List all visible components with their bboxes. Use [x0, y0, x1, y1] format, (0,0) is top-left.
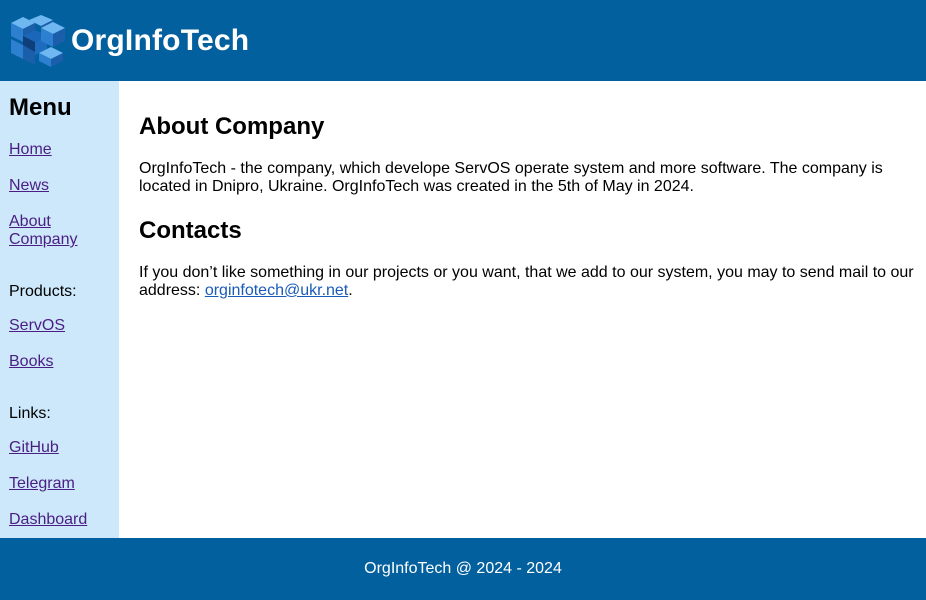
contact-email-link[interactable]: orginfotech@ukr.net — [205, 282, 348, 299]
contacts-text: If you don’t like something in our proje… — [139, 264, 924, 300]
sidebar-item-news[interactable]: News — [9, 177, 119, 195]
sidebar-item-servos[interactable]: ServOS — [9, 317, 119, 335]
main-content: About Company OrgInfoTech - the company,… — [119, 81, 926, 538]
sidebar-item-home[interactable]: Home — [9, 141, 119, 159]
sidebar-item-github[interactable]: GitHub — [9, 439, 119, 457]
cubes-logo-icon[interactable] — [9, 14, 69, 67]
sidebar-item-about-company[interactable]: About Company — [9, 213, 119, 249]
sidebar-menu: Menu Home News About Company Products: S… — [0, 81, 119, 538]
menu-title: Menu — [9, 94, 72, 121]
brand-title[interactable]: OrgInfoTech — [71, 24, 249, 58]
contacts-text-after: . — [348, 282, 353, 299]
about-label-line2: Company — [9, 231, 78, 248]
contacts-heading: Contacts — [139, 217, 242, 244]
site-header: OrgInfoTech — [0, 0, 926, 81]
about-text: OrgInfoTech - the company, which develop… — [139, 160, 883, 195]
sidebar-item-telegram[interactable]: Telegram — [9, 475, 119, 493]
links-label: Links: — [9, 405, 51, 422]
about-label-line1: About — [9, 213, 51, 230]
products-label: Products: — [9, 283, 77, 300]
about-heading: About Company — [139, 113, 325, 140]
sidebar-item-books[interactable]: Books — [9, 353, 119, 371]
footer-text: OrgInfoTech @ 2024 - 2024 — [364, 560, 562, 577]
site-footer: OrgInfoTech @ 2024 - 2024 — [0, 538, 926, 600]
sidebar-item-dashboard[interactable]: Dashboard — [9, 511, 119, 529]
